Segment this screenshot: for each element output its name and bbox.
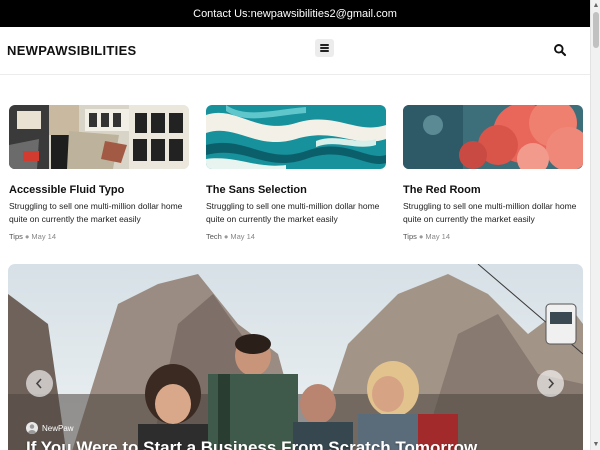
featured-post-title[interactable]: If You Were to Start a Business From Scr… <box>26 438 477 450</box>
chevron-right-icon <box>548 378 555 389</box>
scroll-down-arrow-icon[interactable]: ▼ <box>592 440 600 449</box>
meta-separator-dot-icon: ● <box>24 232 30 241</box>
search-icon <box>554 44 567 57</box>
post-thumbnail[interactable] <box>9 105 189 169</box>
post-date: May 14 <box>230 232 255 241</box>
scroll-up-arrow-icon[interactable]: ▲ <box>592 1 600 10</box>
hiking-friends-image <box>8 264 583 450</box>
post-meta: Tips ● May 14 <box>9 232 189 241</box>
post-excerpt: Struggling to sell one multi-million dol… <box>206 201 380 224</box>
slider-prev-button[interactable] <box>26 370 53 397</box>
chevron-left-icon <box>35 378 42 389</box>
hamburger-menu-icon-bar <box>320 47 329 49</box>
post-category[interactable]: Tips <box>403 232 417 241</box>
post-date: May 14 <box>31 232 57 241</box>
post-card[interactable]: The Red Room Struggling to sell one mult… <box>403 105 583 241</box>
contact-email[interactable]: Contact Us:newpawsibilities2@gmail.com <box>193 8 397 20</box>
post-thumbnail[interactable] <box>403 105 583 169</box>
post-card[interactable]: Accessible Fluid Typo Struggling to sell… <box>9 105 189 241</box>
menu-button[interactable] <box>315 39 334 57</box>
red-smoke-image <box>403 105 583 169</box>
torn-poster-image <box>9 105 189 169</box>
post-card[interactable]: The Sans Selection Struggling to sell on… <box>206 105 386 241</box>
hamburger-menu-icon-bar <box>320 50 329 52</box>
avatar <box>26 422 38 434</box>
post-title[interactable]: The Sans Selection <box>206 184 386 196</box>
post-category[interactable]: Tech <box>206 232 222 241</box>
post-title[interactable]: Accessible Fluid Typo <box>9 184 189 196</box>
hamburger-menu-icon <box>320 44 329 46</box>
author-name[interactable]: NewPaw <box>42 424 74 433</box>
post-date: May 14 <box>425 232 451 241</box>
meta-separator-dot-icon: ● <box>223 232 229 241</box>
post-excerpt: Struggling to sell one multi-million dol… <box>403 201 577 224</box>
featured-slider[interactable] <box>8 264 583 450</box>
post-excerpt: Struggling to sell one multi-million dol… <box>9 201 183 224</box>
post-author[interactable]: NewPaw <box>26 422 74 434</box>
scrollbar[interactable]: ▲ ▼ <box>590 0 600 450</box>
meta-separator-dot-icon: ● <box>418 232 424 241</box>
teal-marble-image <box>206 105 386 169</box>
post-title[interactable]: The Red Room <box>403 184 583 196</box>
contact-bar: Contact Us:newpawsibilities2@gmail.com <box>0 0 590 27</box>
slider-next-button[interactable] <box>537 370 564 397</box>
search-button[interactable] <box>553 43 567 57</box>
scroll-thumb[interactable] <box>593 12 599 48</box>
post-thumbnail[interactable] <box>206 105 386 169</box>
site-header: NEWPAWSIBILITIES <box>0 27 590 75</box>
site-logo[interactable]: NEWPAWSIBILITIES <box>7 43 137 58</box>
post-category[interactable]: Tips <box>9 232 23 241</box>
user-avatar-icon <box>28 424 36 434</box>
post-meta: Tech ● May 14 <box>206 232 386 241</box>
post-meta: Tips ● May 14 <box>403 232 583 241</box>
